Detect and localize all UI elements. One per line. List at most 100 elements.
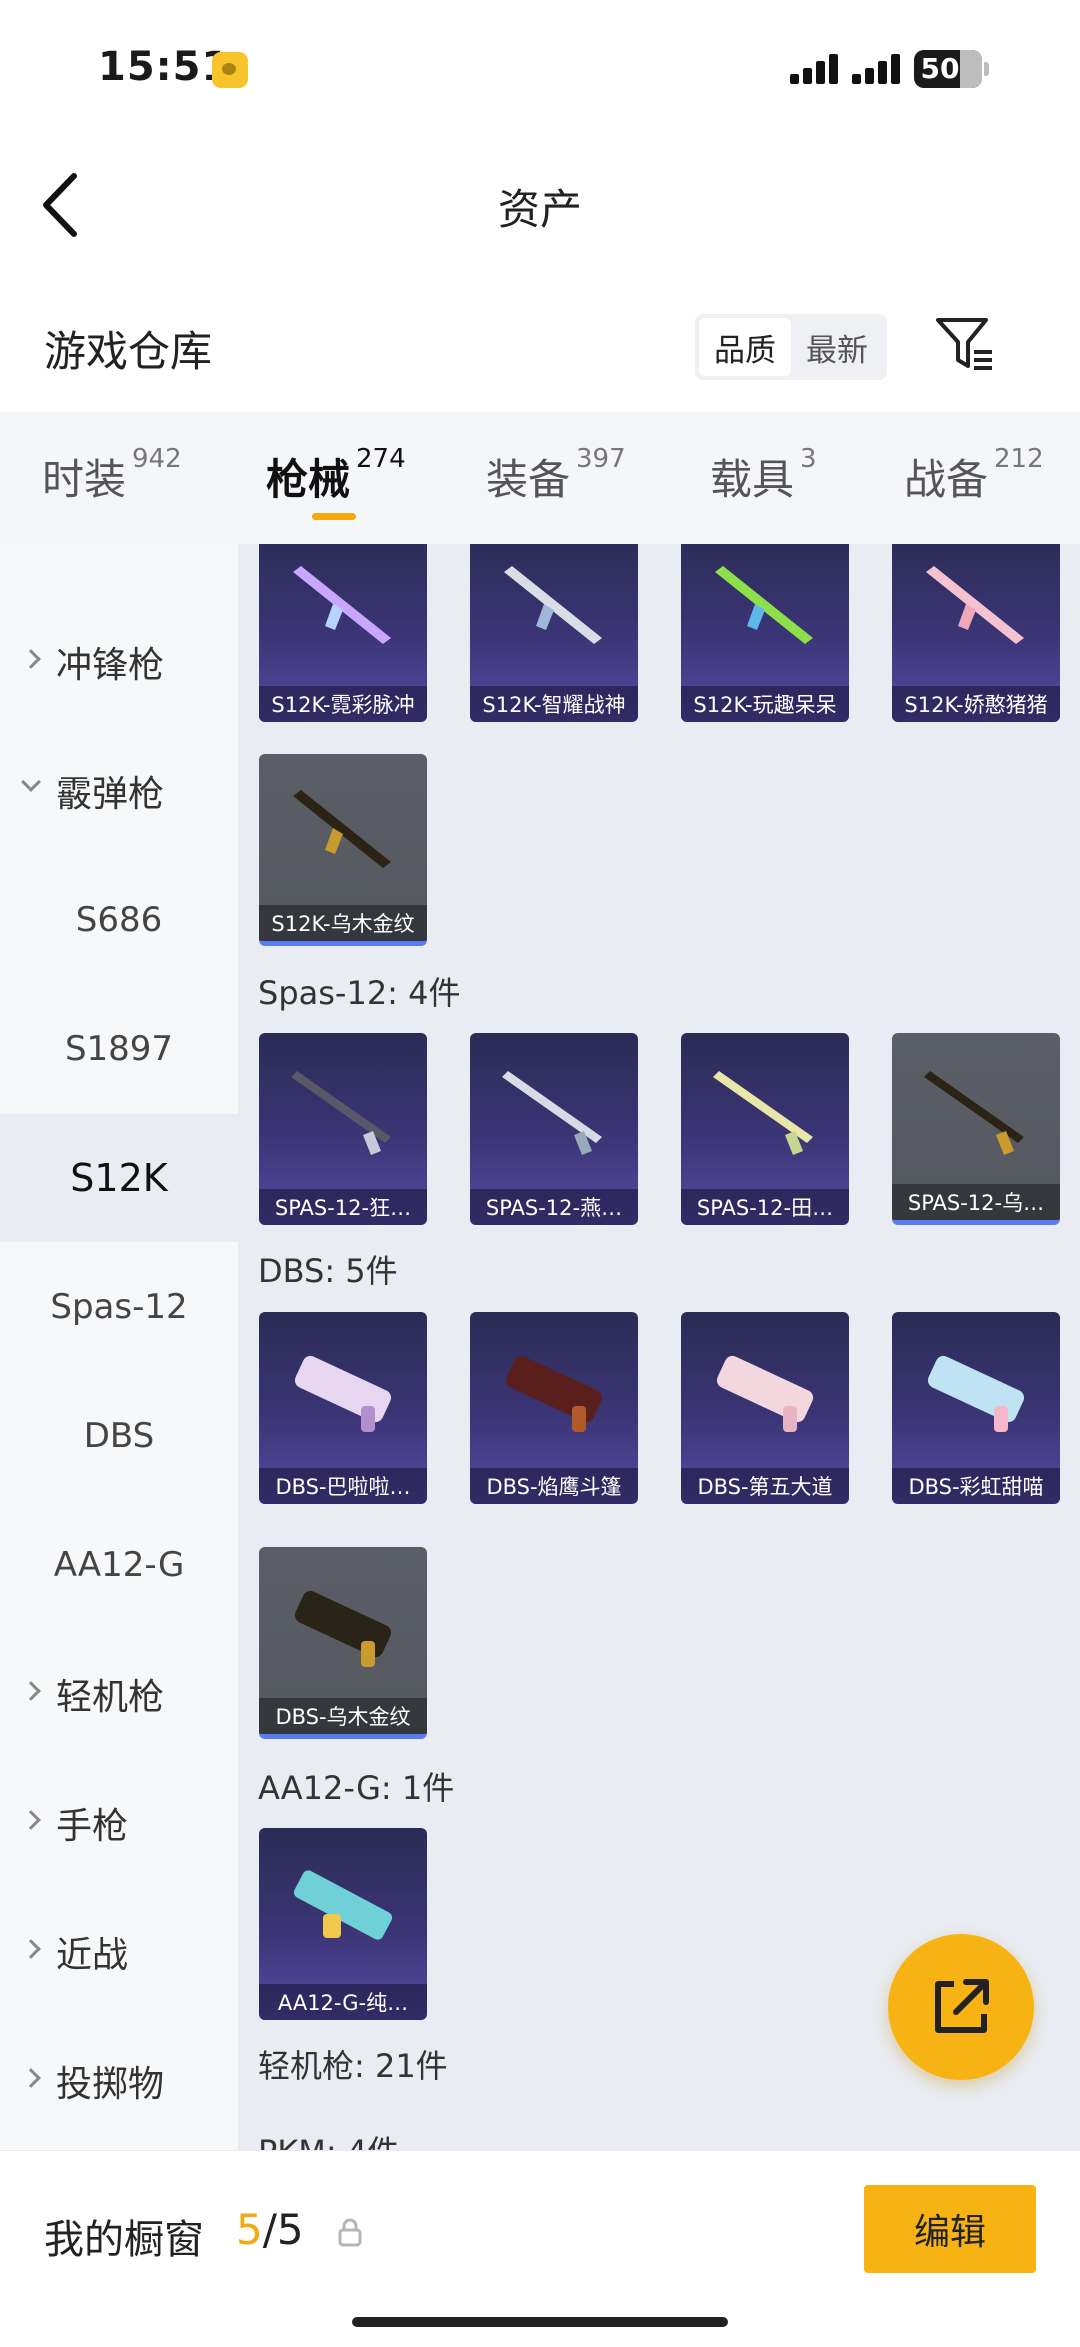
item-card[interactable]: SPAS-12-田… bbox=[681, 1033, 849, 1225]
item-card[interactable]: DBS-乌木金纹 bbox=[259, 1547, 427, 1739]
item-card[interactable]: AA12-G-纯… bbox=[259, 1828, 427, 2020]
shotgun-icon bbox=[294, 1355, 392, 1432]
page-title: 资产 bbox=[497, 185, 582, 234]
tab-firearms[interactable]: 枪械 274 bbox=[266, 444, 406, 507]
sidebar-item-label: 投掷物 bbox=[56, 2064, 165, 2105]
item-card[interactable]: S12K-娇憨猪猪 bbox=[892, 544, 1060, 722]
chevron-right-icon bbox=[21, 1939, 41, 1959]
lock-icon bbox=[338, 2218, 362, 2247]
sidebar-item-aa12g[interactable]: AA12-G bbox=[0, 1501, 238, 1629]
tab-fashion[interactable]: 时装 942 bbox=[42, 444, 182, 507]
group-label-aa12g: AA12-G: 1件 bbox=[258, 1769, 455, 1807]
sidebar-item-spas12[interactable]: Spas-12 bbox=[0, 1243, 238, 1371]
status-bar: 15:51 50 bbox=[0, 0, 1080, 140]
shotgun-icon bbox=[505, 1355, 603, 1432]
group-label-dbs: DBS: 5件 bbox=[258, 1252, 398, 1290]
home-indicator[interactable] bbox=[352, 2317, 728, 2327]
shotgun-icon bbox=[502, 1071, 602, 1155]
shotgun-icon bbox=[713, 1071, 813, 1155]
section-title: 游戏仓库 bbox=[44, 327, 213, 376]
item-card[interactable]: SPAS-12-燕… bbox=[470, 1033, 638, 1225]
item-name: AA12-G-纯… bbox=[259, 1984, 427, 2020]
sidebar-item-s1897[interactable]: S1897 bbox=[0, 985, 238, 1113]
sidebar: 冲锋枪 霰弹枪 S686 S1897 S12K Spas-12 DBS AA12… bbox=[0, 544, 238, 2150]
chevron-right-icon bbox=[21, 649, 41, 669]
item-card[interactable]: S12K-玩趣呆呆 bbox=[681, 544, 849, 722]
sidebar-item-melee[interactable]: 近战 bbox=[0, 1888, 238, 2016]
back-button[interactable] bbox=[36, 170, 96, 240]
battery-tip bbox=[984, 62, 989, 76]
item-name: S12K-乌木金纹 bbox=[259, 905, 427, 941]
bottom-bar: 我的橱窗 5/5 编辑 bbox=[0, 2150, 1080, 2347]
edit-button[interactable]: 编辑 bbox=[864, 2185, 1036, 2273]
content-area[interactable]: 冲锋枪 霰弹枪 S686 S1897 S12K Spas-12 DBS AA12… bbox=[0, 544, 1080, 2150]
item-name: DBS-巴啦啦… bbox=[259, 1468, 427, 1504]
item-name: S12K-智耀战神 bbox=[470, 686, 638, 722]
group-label-pkm: PKM: 4件 bbox=[258, 2127, 399, 2150]
shotgun-icon bbox=[927, 1355, 1025, 1432]
item-name: SPAS-12-狂… bbox=[259, 1189, 427, 1225]
item-name: DBS-乌木金纹 bbox=[259, 1698, 427, 1734]
sidebar-item-label: 霰弹枪 bbox=[56, 774, 165, 815]
sidebar-item-s686[interactable]: S686 bbox=[0, 856, 238, 984]
tab-vehicles[interactable]: 载具 3 bbox=[710, 444, 817, 507]
filter-button[interactable] bbox=[932, 312, 996, 376]
sidebar-item-throwable[interactable]: 投掷物 bbox=[0, 2017, 238, 2145]
tab-label: 载具 bbox=[710, 455, 795, 504]
item-card[interactable]: DBS-彩虹甜喵 bbox=[892, 1312, 1060, 1504]
item-name: SPAS-12-乌… bbox=[892, 1184, 1060, 1220]
item-card[interactable]: DBS-第五大道 bbox=[681, 1312, 849, 1504]
tab-label: 战备 bbox=[904, 455, 989, 504]
chevron-right-icon bbox=[21, 1681, 41, 1701]
item-card[interactable]: S12K-智耀战神 bbox=[470, 544, 638, 722]
sidebar-item-shotgun[interactable]: 霰弹枪 bbox=[0, 727, 238, 855]
shotgun-icon bbox=[294, 1590, 392, 1667]
showcase-count: 5/5 bbox=[236, 2205, 304, 2254]
shotgun-icon bbox=[293, 1870, 393, 1940]
chevron-right-icon bbox=[21, 1810, 41, 1830]
item-name: DBS-第五大道 bbox=[681, 1468, 849, 1504]
group-label-lmg: 轻机枪: 21件 bbox=[258, 2047, 448, 2085]
item-name: S12K-霓彩脉冲 bbox=[259, 686, 427, 722]
battery-icon: 50 bbox=[914, 50, 982, 88]
item-card[interactable]: SPAS-12-乌… bbox=[892, 1033, 1060, 1225]
sidebar-item-pistol[interactable]: 手枪 bbox=[0, 1759, 238, 1887]
item-card[interactable]: SPAS-12-狂… bbox=[259, 1033, 427, 1225]
shotgun-icon bbox=[291, 1071, 391, 1155]
sidebar-item-smg[interactable]: 冲锋枪 bbox=[0, 598, 238, 726]
sidebar-item-s12k[interactable]: S12K bbox=[0, 1114, 238, 1242]
item-name: S12K-娇憨猪猪 bbox=[892, 686, 1060, 722]
battery-level: 50 bbox=[920, 52, 960, 85]
share-icon bbox=[935, 1979, 989, 2033]
chevron-right-icon bbox=[21, 2068, 41, 2088]
cellular-signal-icon bbox=[790, 52, 842, 84]
shotgun-icon bbox=[715, 566, 813, 644]
item-card[interactable]: DBS-焰鹰斗篷 bbox=[470, 1312, 638, 1504]
item-name: SPAS-12-燕… bbox=[470, 1189, 638, 1225]
tab-supplies[interactable]: 战备 212 bbox=[904, 444, 1044, 507]
shotgun-icon bbox=[716, 1355, 814, 1432]
cellular-signal-2-icon bbox=[852, 52, 904, 84]
sort-quality-button[interactable]: 品质 bbox=[699, 318, 791, 376]
sidebar-item-partial bbox=[0, 544, 238, 600]
item-name: S12K-玩趣呆呆 bbox=[681, 686, 849, 722]
sidebar-item-dbs[interactable]: DBS bbox=[0, 1372, 238, 1500]
item-name: SPAS-12-田… bbox=[681, 1189, 849, 1225]
tab-equipment[interactable]: 装备 397 bbox=[486, 444, 626, 507]
item-card[interactable]: DBS-巴啦啦… bbox=[259, 1312, 427, 1504]
sidebar-item-label: 冲锋枪 bbox=[56, 645, 165, 686]
back-arrow-icon bbox=[43, 173, 77, 237]
sort-latest-button[interactable]: 最新 bbox=[791, 318, 883, 376]
sidebar-item-label: 轻机枪 bbox=[56, 1677, 165, 1718]
item-card[interactable]: S12K-乌木金纹 bbox=[259, 754, 427, 946]
tab-label: 枪械 bbox=[266, 455, 351, 504]
tab-label: 时装 bbox=[42, 455, 127, 504]
share-fab-button[interactable] bbox=[888, 1934, 1034, 2080]
item-name: DBS-彩虹甜喵 bbox=[892, 1468, 1060, 1504]
filter-icon bbox=[936, 318, 992, 370]
sidebar-item-label: 近战 bbox=[56, 1935, 129, 1976]
group-label-spas12: Spas-12: 4件 bbox=[258, 974, 461, 1012]
item-card[interactable]: S12K-霓彩脉冲 bbox=[259, 544, 427, 722]
status-time: 15:51 bbox=[98, 44, 231, 90]
sidebar-item-lmg[interactable]: 轻机枪 bbox=[0, 1630, 238, 1758]
